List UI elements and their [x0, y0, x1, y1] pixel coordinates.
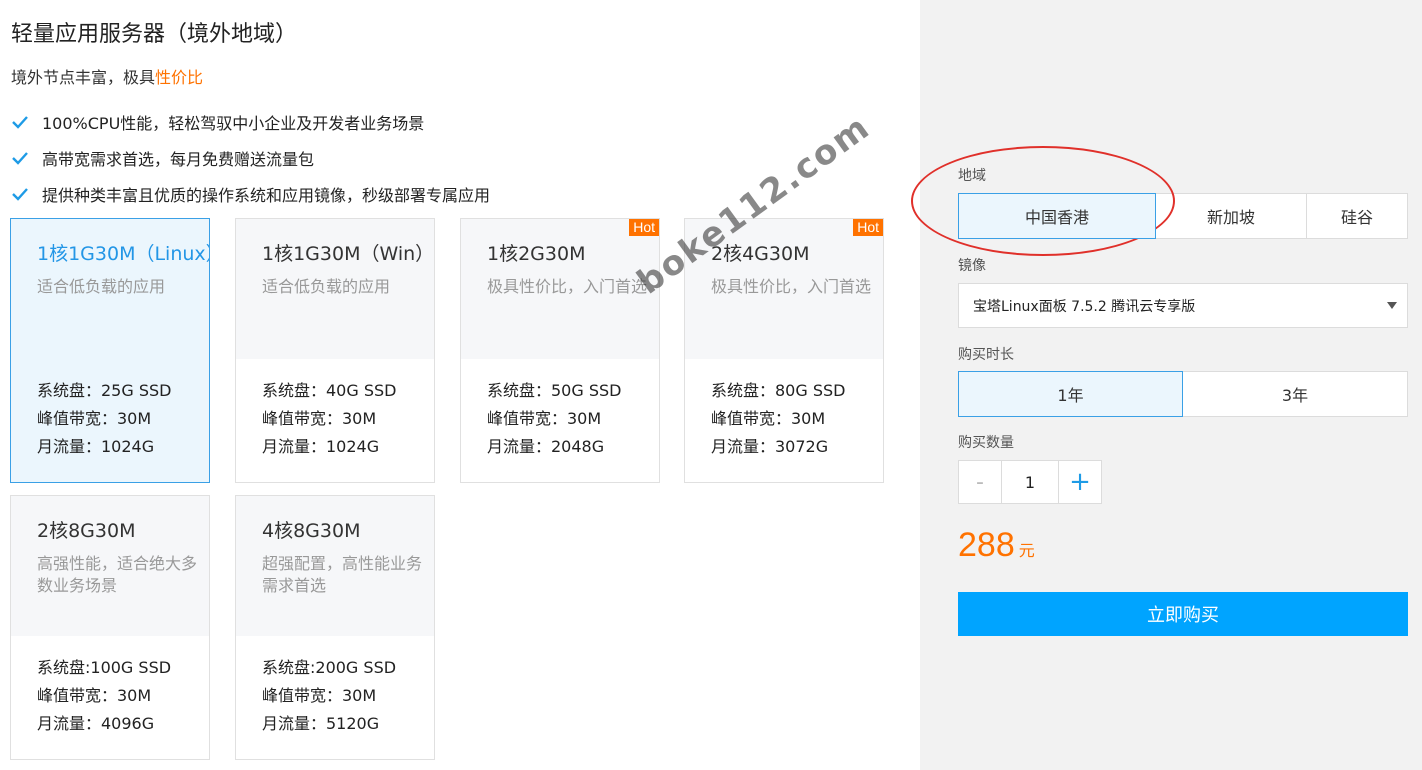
plan-name: 2核4G30M [711, 243, 810, 265]
plan-bandwidth: 峰值带宽：30M [262, 409, 377, 428]
plan-desc: 适合低负载的应用 [37, 277, 166, 296]
feature-text: 高带宽需求首选，每月免费赠送流量包 [42, 150, 315, 169]
price-unit: 元 [1018, 541, 1035, 560]
quantity-input[interactable]: 1 [1001, 460, 1059, 504]
plan-bandwidth: 峰值带宽：30M [37, 409, 152, 428]
plan-bandwidth: 峰值带宽：30M [37, 686, 152, 705]
feature-item: 提供种类丰富且优质的操作系统和应用镜像，秒级部署专属应用 [10, 176, 490, 212]
region-label: 地域 [958, 168, 986, 184]
plan-name: 1核1G30M（Linux） [37, 243, 210, 265]
chevron-down-icon [1387, 302, 1397, 309]
plan-desc: 超强配置，高性能业务需求首选 [262, 554, 423, 595]
plan-traffic: 月流量：1024G [37, 437, 155, 456]
check-icon [10, 112, 30, 132]
plan-disk: 系统盘：80G SSD [711, 381, 846, 400]
duration-option-1y[interactable]: 1年 [958, 371, 1183, 417]
image-label: 镜像 [958, 258, 986, 274]
region-option-siliconvalley[interactable]: 硅谷 [1306, 193, 1408, 239]
plan-desc: 高强性能，适合绝大多数业务场景 [37, 554, 198, 595]
price-value: 288 [958, 526, 1015, 564]
plan-bandwidth: 峰值带宽：30M [487, 409, 602, 428]
plan-traffic: 月流量：5120G [262, 714, 380, 733]
feature-item: 高带宽需求首选，每月免费赠送流量包 [10, 140, 490, 176]
plan-traffic: 月流量：3072G [711, 437, 829, 456]
plan-disk: 系统盘：40G SSD [262, 381, 397, 400]
config-panel: 地域 中国香港 新加坡 硅谷 镜像 宝塔Linux面板 7.5.2 腾讯云专享版… [920, 0, 1422, 770]
plan-card-1c1g-win[interactable]: 1核1G30M（Win） 适合低负载的应用 系统盘：40G SSD 峰值带宽：30M… [235, 218, 435, 483]
quantity-label: 购买数量 [958, 435, 1014, 451]
plan-desc: 极具性价比，入门首选 [711, 277, 872, 296]
plan-name: 2核8G30M [37, 520, 136, 542]
plan-bandwidth: 峰值带宽：30M [711, 409, 826, 428]
duration-label: 购买时长 [958, 347, 1014, 363]
plan-desc: 适合低负载的应用 [262, 277, 391, 296]
hot-badge: Hot [629, 219, 659, 236]
feature-text: 提供种类丰富且优质的操作系统和应用镜像，秒级部署专属应用 [42, 186, 491, 205]
subtitle-highlight: 性价比 [155, 68, 204, 87]
region-selector: 中国香港 新加坡 硅谷 [958, 193, 1408, 239]
plan-desc: 极具性价比，入门首选 [487, 277, 648, 296]
quantity-decrease-button[interactable]: - [958, 460, 1002, 504]
plan-disk: 系统盘：25G SSD [37, 381, 172, 400]
region-option-singapore[interactable]: 新加坡 [1155, 193, 1307, 239]
quantity-stepper: - 1 + [958, 460, 1102, 504]
duration-selector: 1年 3年 [958, 371, 1408, 417]
quantity-increase-button[interactable]: + [1058, 460, 1102, 504]
subtitle-text: 境外节点丰富，极具 [11, 68, 156, 87]
check-icon [10, 184, 30, 204]
feature-text: 100%CPU性能，轻松驾驭中小企业及开发者业务场景 [42, 114, 425, 133]
plan-traffic: 月流量：2048G [487, 437, 605, 456]
page-title: 轻量应用服务器（境外地域） [11, 22, 298, 47]
duration-option-3y[interactable]: 3年 [1182, 371, 1408, 417]
plan-disk: 系统盘：50G SSD [487, 381, 622, 400]
plan-card-2c8g[interactable]: 2核8G30M 高强性能，适合绝大多数业务场景 系统盘:100G SSD 峰值带宽：… [10, 495, 210, 760]
image-select[interactable]: 宝塔Linux面板 7.5.2 腾讯云专享版 [958, 283, 1408, 328]
check-icon [10, 148, 30, 168]
plan-bandwidth: 峰值带宽：30M [262, 686, 377, 705]
page-subtitle: 境外节点丰富，极具性价比 [11, 64, 203, 88]
buy-now-button[interactable]: 立即购买 [958, 592, 1408, 636]
image-select-value: 宝塔Linux面板 7.5.2 腾讯云专享版 [973, 298, 1196, 315]
product-panel: 轻量应用服务器（境外地域） 境外节点丰富，极具性价比 100%CPU性能，轻松驾… [0, 0, 920, 770]
hot-badge: Hot [853, 219, 883, 236]
feature-list: 100%CPU性能，轻松驾驭中小企业及开发者业务场景 高带宽需求首选，每月免费赠… [10, 104, 490, 212]
plan-disk: 系统盘:200G SSD [262, 658, 397, 677]
plan-card-1c2g[interactable]: 1核2G30M 极具性价比，入门首选 Hot 系统盘：50G SSD 峰值带宽：30… [460, 218, 660, 483]
price-display: 288 元 [958, 526, 1035, 565]
plan-disk: 系统盘:100G SSD [37, 658, 172, 677]
plan-traffic: 月流量：1024G [262, 437, 380, 456]
plan-name: 1核2G30M [487, 243, 586, 265]
plan-name: 4核8G30M [262, 520, 361, 542]
plan-card-4c8g[interactable]: 4核8G30M 超强配置，高性能业务需求首选 系统盘:200G SSD 峰值带宽：3… [235, 495, 435, 760]
plan-name: 1核1G30M（Win） [262, 243, 435, 265]
feature-item: 100%CPU性能，轻松驾驭中小企业及开发者业务场景 [10, 104, 490, 140]
plan-card-1c1g-linux[interactable]: 1核1G30M（Linux） 适合低负载的应用 系统盘：25G SSD 峰值带宽：3… [10, 218, 210, 483]
region-option-hongkong[interactable]: 中国香港 [958, 193, 1156, 239]
plan-traffic: 月流量：4096G [37, 714, 155, 733]
